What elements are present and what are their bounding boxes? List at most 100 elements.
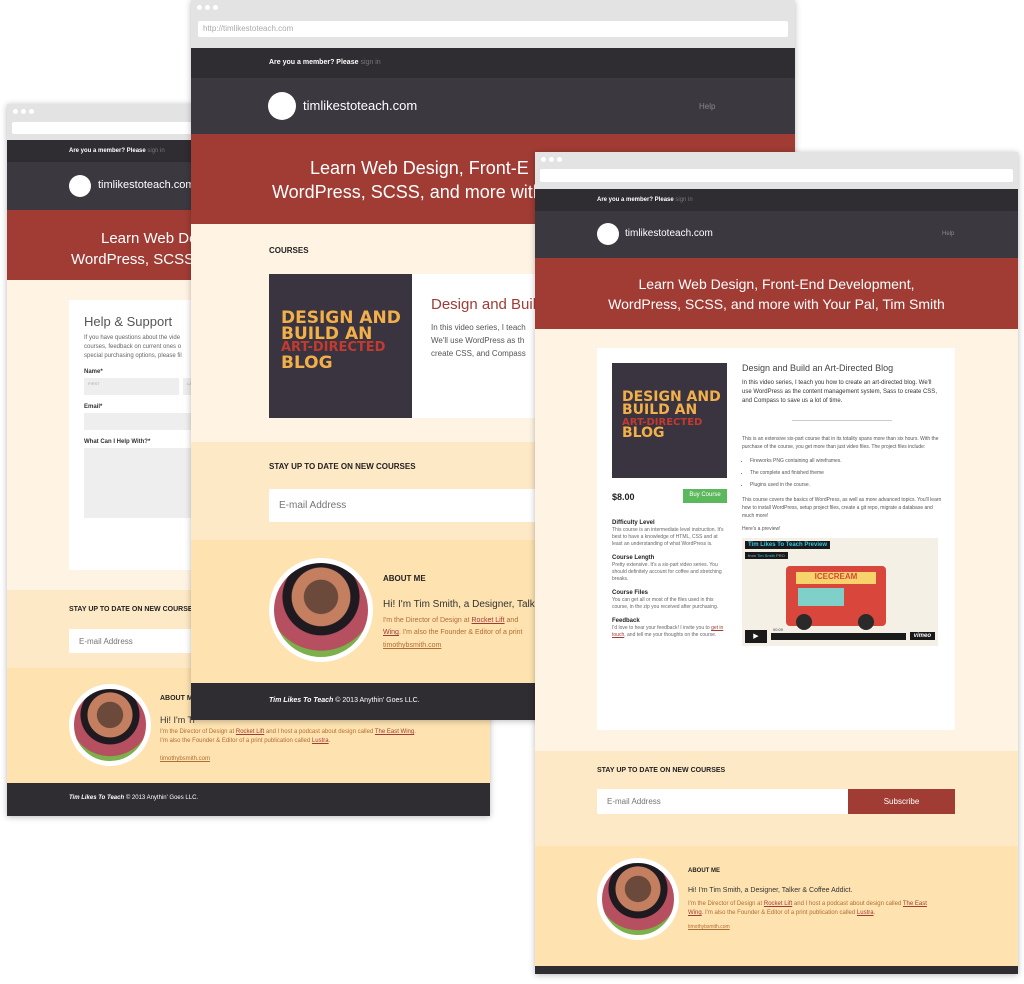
ice-cream-truck-illustration: ICECREAM: [786, 566, 886, 630]
logo-text[interactable]: timlikestoteach.com: [98, 179, 195, 191]
avatar: [597, 858, 679, 940]
logo-text[interactable]: timlikestoteach.com: [303, 98, 417, 113]
about-bio: I'm the Director of Design at Rocket Lif…: [383, 617, 523, 636]
sign-in-link[interactable]: sign in: [147, 148, 164, 154]
site-header: timlikestoteach.com Help: [535, 211, 1018, 258]
browser-chrome: http://timlikestoteach.com: [191, 0, 795, 48]
list-item: Fireworks PNG containing all wireframes.: [750, 455, 942, 467]
email-input[interactable]: [597, 789, 848, 814]
help-link[interactable]: Help: [699, 102, 715, 111]
course-description-2: This course covers the basics of WordPre…: [742, 497, 942, 519]
hero-line-2: WordPress, SCSS, and more with Your Pal,…: [608, 296, 945, 312]
member-prompt: Are you a member? Please: [269, 59, 359, 66]
truck-window: [798, 588, 844, 606]
east-wing-link[interactable]: The East Wing: [375, 729, 414, 735]
about-heading: ABOUT ME: [688, 868, 720, 874]
email-input[interactable]: [269, 489, 539, 522]
about-intro: Hi! I'm Tim Smith, a Designer, Talker & …: [688, 887, 853, 894]
project-files-list: Fireworks PNG containing all wireframes.…: [750, 455, 942, 491]
logo-icon[interactable]: [69, 175, 91, 197]
files-text: You can get all or most of the files use…: [612, 597, 719, 610]
footer-copyright: © 2013 Anythin' Goes LLC.: [335, 697, 420, 704]
sign-in-link[interactable]: sign in: [360, 59, 380, 66]
buy-course-button[interactable]: Buy Course: [683, 489, 727, 503]
site-link[interactable]: timothybsmith.com: [688, 924, 730, 930]
about-heading: ABOUT ME: [383, 574, 426, 583]
rocket-lift-link[interactable]: Rocket Lift: [472, 617, 505, 624]
footer-copyright: © 2013 Anythin' Goes LLC.: [125, 795, 199, 801]
length-text: Pretty extensive. It's a six-part video …: [612, 562, 722, 582]
about-intro: Hi! I'm Ti: [160, 715, 195, 725]
course-price: $8.00: [612, 492, 635, 502]
hero-line-1: Learn Web Design, Front-End Development,: [638, 276, 915, 292]
divider: [792, 420, 892, 421]
subscribe-button[interactable]: Subscribe: [848, 789, 955, 814]
site-footer: Tim Likes To Teach © 2013 Anythin' Goes …: [7, 783, 490, 816]
site-link[interactable]: timothybsmith.com: [160, 756, 210, 762]
stay-up-to-date-heading: STAY UP TO DATE ON NEW COURSES: [597, 767, 726, 774]
video-time: 00:09: [773, 626, 784, 632]
logo-text[interactable]: timlikestoteach.com: [625, 228, 713, 239]
subscribe-section: STAY UP TO DATE ON NEW COURSES Subscribe: [535, 751, 1018, 846]
course-title: Design and Build an Art-Directed Blog: [742, 363, 894, 373]
video-controls[interactable]: ▶ 00:09 vimeo: [745, 627, 935, 643]
help-link[interactable]: Help: [942, 231, 954, 237]
truck-sign: ICECREAM: [796, 572, 876, 584]
site-header: timlikestoteach.com Help: [191, 78, 795, 134]
courses-heading: COURSES: [269, 246, 309, 255]
east-wing-link[interactable]: Wing: [383, 629, 399, 636]
wheel-icon: [796, 614, 812, 630]
window-controls[interactable]: [541, 157, 562, 162]
site-link[interactable]: timothybsmith.com: [383, 642, 441, 649]
avatar: [269, 558, 373, 662]
preview-label: Here's a preview!: [742, 526, 781, 532]
site-footer: Tim Likes To Teach © 2013 Anythin' Goes …: [535, 966, 1018, 974]
course-intro: In this video series, I teach you how to…: [742, 380, 937, 404]
member-bar: Are you a member? Please sign in: [535, 189, 1018, 211]
lustra-link[interactable]: Lustra: [312, 738, 329, 744]
about-bio: I'm the Director of Design at Rocket Lif…: [160, 729, 416, 744]
vimeo-logo-icon[interactable]: vimeo: [909, 632, 935, 640]
length-heading: Course Length: [612, 555, 655, 561]
difficulty-heading: Difficulty Level: [612, 520, 655, 526]
course-title[interactable]: Design and Buil: [431, 296, 536, 313]
progress-bar[interactable]: 00:09: [771, 627, 906, 640]
footer-brand: Tim Likes To Teach: [269, 697, 334, 704]
course-description: This is an extensive six-part course tha…: [742, 436, 939, 450]
about-section: ABOUT ME Hi! I'm Tim Smith, a Designer, …: [535, 846, 1018, 966]
footer-brand: Tim Likes To Teach: [69, 795, 125, 801]
about-heading: ABOUT M: [160, 695, 193, 702]
window-controls[interactable]: [197, 5, 218, 10]
course-desc: In this video series, I teach We'll use …: [431, 323, 526, 358]
window-controls[interactable]: [13, 109, 34, 114]
wheel-icon: [858, 614, 874, 630]
rocket-lift-link[interactable]: Rocket Lift: [764, 901, 792, 907]
about-bio: I'm the Director of Design at Rocket Lif…: [688, 901, 927, 916]
browser-chrome: [535, 152, 1018, 189]
feedback-heading: Feedback: [612, 618, 640, 624]
right-browser-window: Are you a member? Please sign in timlike…: [535, 152, 1018, 974]
video-player[interactable]: Tim Likes To Teach Preview from Tim Smit…: [742, 538, 938, 646]
first-name-input[interactable]: FIRST: [84, 378, 179, 395]
member-prompt: Are you a member? Please: [597, 197, 674, 203]
address-bar[interactable]: [540, 169, 1013, 182]
play-icon[interactable]: ▶: [745, 629, 767, 643]
course-detail-section: DESIGN AND BUILD AN ART-DIRECTED BLOG $8.00…: [535, 329, 1018, 751]
stay-up-to-date-heading: STAY UP TO DATE ON NEW COURSES: [269, 462, 416, 471]
course-meta: Difficulty Level This course is an inter…: [612, 520, 728, 639]
hero-banner: Learn Web Design, Front-End Development,…: [535, 258, 1018, 329]
address-bar[interactable]: http://timlikestoteach.com: [198, 21, 788, 37]
avatar: [69, 684, 151, 766]
list-item: The complete and finished theme: [750, 467, 942, 479]
rocket-lift-link[interactable]: Rocket Lift: [236, 729, 264, 735]
logo-icon[interactable]: [597, 223, 619, 245]
stay-up-to-date-heading: STAY UP TO DATE ON NEW COURSES: [69, 606, 198, 613]
lustra-link[interactable]: Lustra: [857, 910, 874, 916]
files-heading: Course Files: [612, 590, 649, 596]
course-thumbnail[interactable]: DESIGN AND BUILD AN ART-DIRECTED BLOG: [269, 274, 412, 418]
video-title[interactable]: Tim Likes To Teach Preview: [745, 541, 831, 549]
sign-in-link[interactable]: sign in: [675, 197, 692, 203]
logo-icon[interactable]: [268, 92, 296, 120]
course-thumbnail[interactable]: DESIGN AND BUILD AN ART-DIRECTED BLOG: [612, 363, 727, 478]
difficulty-text: This course is an intermediate level ins…: [612, 527, 724, 547]
